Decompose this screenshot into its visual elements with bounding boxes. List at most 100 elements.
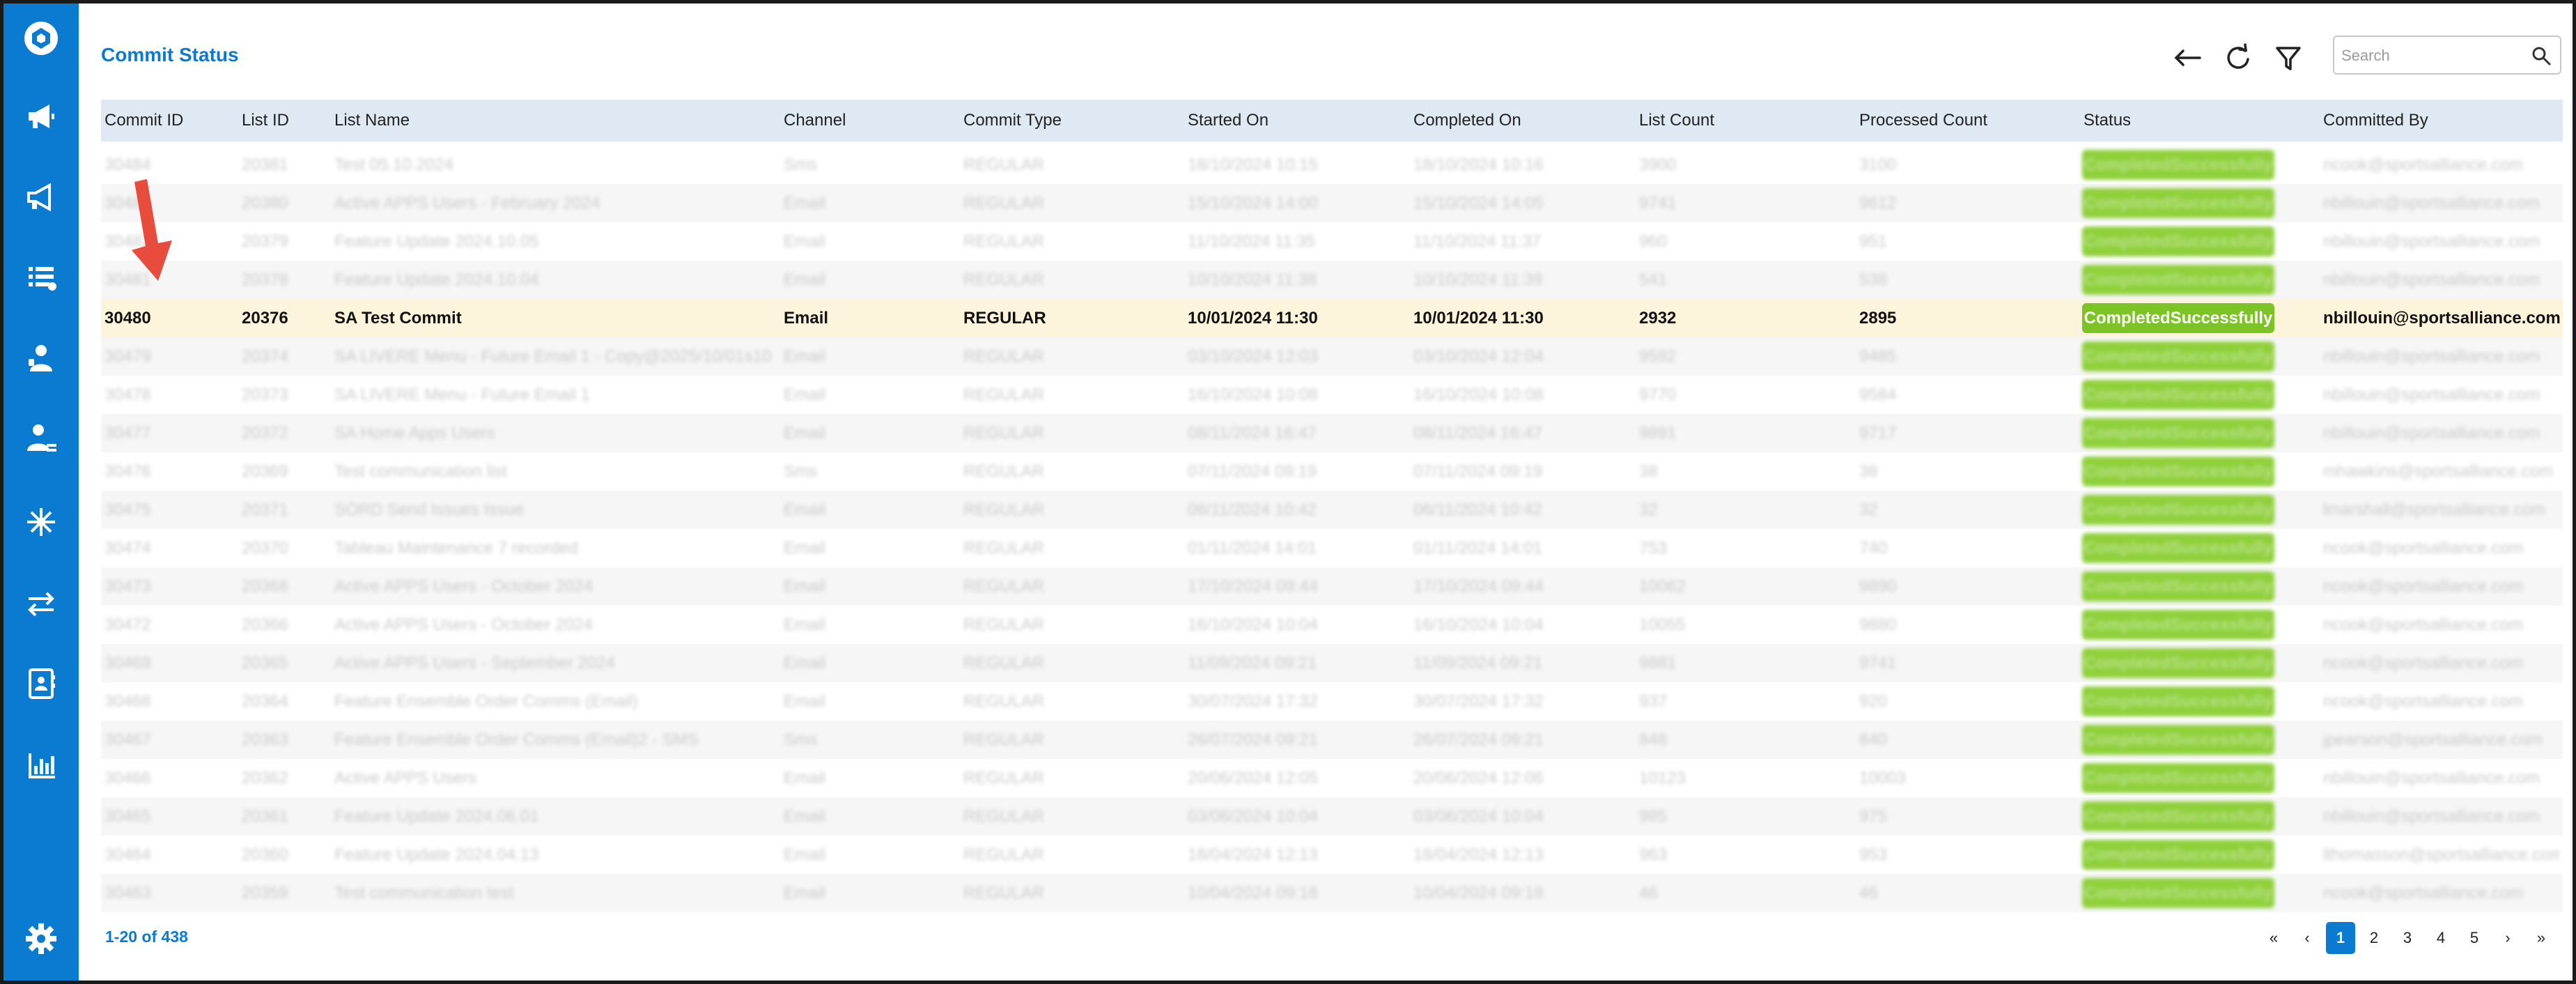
table-row[interactable]: 30479 20374 SA LIVERE Menu - Future Email … [101,337,2563,376]
status-badge: CompletedSuccessfully [2082,648,2274,678]
cell-processed-count: 9485 [1859,347,1897,366]
status-badge: CompletedSuccessfully [2082,533,2274,563]
cell-started-on: 03/06/2024 10:04 [1188,807,1318,826]
table-row[interactable]: 30467 20363 Feature Ensemble Order Comms (… [101,721,2563,759]
table-row[interactable]: 30483 20380 Active APPS Users - February 2… [101,184,2563,222]
table-row[interactable]: 30484 20381 Test 05.10.2024 Sms REGULAR 18/10… [101,146,2563,184]
table-row[interactable]: 30469 20365 Active APPS Users - September … [101,644,2563,682]
cell-started-on: 15/10/2024 14:00 [1188,194,1318,213]
cell-started-on: 07/11/2024 09:19 [1188,462,1317,481]
page-button-3[interactable]: 3 [2393,922,2422,954]
cell-list-id: 20380 [242,194,288,213]
table-row[interactable]: 30478 20373 SA LIVERE Menu - Future Email … [101,376,2563,414]
cell-commit-id: 30476 [104,462,151,481]
filter-button[interactable] [2269,38,2308,77]
cell-committed-by: nbillouin@sportsalliance.com [2323,807,2540,826]
column-header-started-on[interactable]: Started On [1188,100,1268,141]
table-row[interactable]: 30474 20370 Tableau Maintenance 7 recorded… [101,529,2563,567]
snowflake-icon[interactable] [22,502,61,541]
cell-completed-on: 10/04/2024 09:18 [1413,884,1544,902]
cell-committed-by: ncook@sportsalliance.com [2323,539,2524,558]
page-button-4[interactable]: 4 [2426,922,2455,954]
status-badge: CompletedSuccessfully [2082,150,2274,180]
list-icon[interactable] [22,257,61,296]
table-row[interactable]: 30465 20361 Feature Update 2024.06.01 Email… [101,797,2563,836]
search-icon[interactable] [2531,45,2552,66]
column-header-list-id[interactable]: List ID [242,100,289,141]
cell-commit-type: REGULAR [963,500,1045,519]
table-row[interactable]: 30480 20376 SA Test Commit Email REGULAR 10/0… [101,299,2563,337]
cell-committed-by: ncook@sportsalliance.com [2323,615,2524,634]
last-page-button[interactable]: » [2527,922,2556,954]
cell-channel: Email [784,769,826,787]
column-header-commit-id[interactable]: Commit ID [104,100,183,141]
table-row[interactable]: 30475 20371 SORD Send Issues Issue Email REG… [101,491,2563,529]
transfer-icon[interactable] [22,585,61,624]
cell-started-on: 08/11/2024 16:47 [1188,424,1317,443]
cell-list-count: 541 [1639,270,1668,289]
search-input[interactable] [2341,43,2522,69]
cell-processed-count: 3100 [1859,155,1897,174]
next-page-button[interactable]: › [2493,922,2522,954]
column-header-processed-count[interactable]: Processed Count [1859,100,1987,141]
logo-icon[interactable] [22,19,61,58]
cell-list-count: 10123 [1639,769,1686,787]
column-header-completed-on[interactable]: Completed On [1413,100,1521,141]
cell-list-count: 38 [1639,462,1658,481]
cell-committed-by: nbillouin@sportsalliance.com [2323,424,2540,443]
megaphone-icon[interactable] [22,97,61,136]
table-row[interactable]: 30477 20372 SA Home Apps Users Email REGULAR… [101,414,2563,452]
cell-commit-type: REGULAR [963,539,1045,558]
cell-completed-on: 15/10/2024 14:05 [1413,194,1544,213]
cell-list-name: Active APPS Users - September 2024 [334,654,615,672]
table-row[interactable]: 30476 20369 Test communication list Sms REGU… [101,452,2563,491]
column-header-list-count[interactable]: List Count [1639,100,1714,141]
cell-commit-id: 30469 [104,654,151,672]
cell-committed-by: nbillouin@sportsalliance.com [2323,194,2540,213]
table-row[interactable]: 30464 20360 Feature Update 2024.04.13 Email… [101,836,2563,874]
person-list-icon[interactable] [22,419,61,458]
cell-started-on: 03/10/2024 12:03 [1188,347,1318,366]
cell-list-count: 9891 [1639,424,1677,443]
refresh-button[interactable] [2219,38,2258,77]
page-button-5[interactable]: 5 [2460,922,2489,954]
chart-icon[interactable] [22,746,61,785]
person-icon[interactable] [22,339,61,378]
app-window: Commit Status Commit ID List ID List Nam… [0,0,2576,984]
search-box[interactable] [2333,36,2561,75]
column-header-committed-by[interactable]: Committed By [2323,100,2428,141]
megaphone-outline-icon[interactable] [22,178,61,217]
cell-channel: Email [784,539,826,558]
cell-commit-type: REGULAR [963,309,1046,328]
cell-completed-on: 06/11/2024 10:42 [1413,500,1543,519]
cell-commit-type: REGULAR [963,654,1045,672]
table-row[interactable]: 30463 20359 Test communication test Email RE… [101,874,2563,912]
column-header-list-name[interactable]: List Name [334,100,410,141]
cell-list-id: 20360 [242,845,288,864]
cell-list-name: Test communication list [334,462,508,481]
table-row[interactable]: 30472 20366 Active APPS Users - October 20… [101,606,2563,644]
cell-processed-count: 9584 [1859,385,1897,404]
filter-icon [2276,47,2301,70]
cell-processed-count: 9717 [1859,424,1897,443]
table-row[interactable]: 30473 20368 Active APPS Users - October 20… [101,567,2563,606]
column-header-commit-type[interactable]: Commit Type [963,100,1062,141]
cell-completed-on: 30/07/2024 17:32 [1413,692,1544,711]
table-row[interactable]: 30466 20362 Active APPS Users Email REGULAR 2… [101,759,2563,797]
page-button-2[interactable]: 2 [2359,922,2389,954]
settings-icon[interactable] [22,919,61,958]
contact-book-icon[interactable] [22,664,61,703]
page-button-1[interactable]: 1 [2326,922,2355,954]
cell-started-on: 18/10/2024 10:15 [1188,155,1318,174]
cell-channel: Email [784,884,826,902]
first-page-button[interactable]: « [2259,922,2288,954]
column-header-channel[interactable]: Channel [784,100,846,141]
column-header-status[interactable]: Status [2084,100,2131,141]
back-button[interactable] [2168,38,2207,77]
table-row[interactable]: 30482 20379 Feature Update 2024.10.05 Email… [101,222,2563,261]
cell-list-count: 985 [1639,807,1668,826]
table-row[interactable]: 30468 20364 Feature Ensemble Order Comms (… [101,682,2563,721]
cell-list-id: 20370 [242,539,288,558]
table-row[interactable]: 30481 20378 Feature Update 2024.10.04 Email… [101,261,2563,299]
prev-page-button[interactable]: ‹ [2292,922,2322,954]
